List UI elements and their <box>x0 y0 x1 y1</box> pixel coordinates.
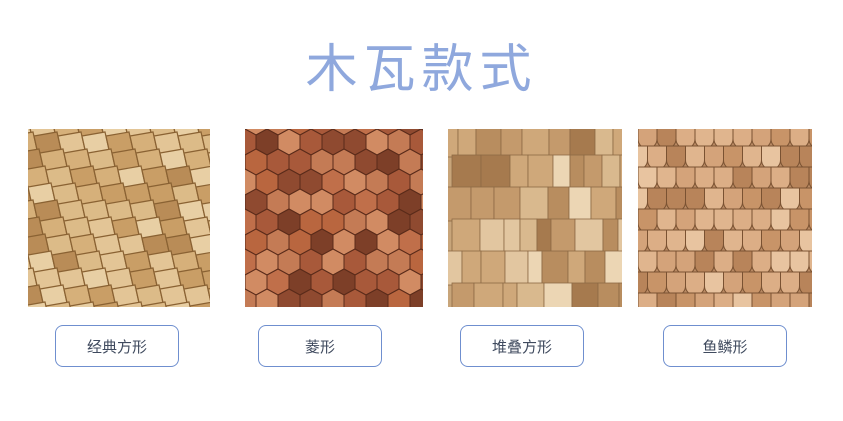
page-title: 木瓦款式 <box>305 40 538 100</box>
diamond-button[interactable]: 菱形 <box>258 325 382 367</box>
fish-scale-shingles-image <box>638 129 812 307</box>
classic-square-shingles-image <box>28 129 210 307</box>
stacked-square-shingles-image <box>448 129 622 307</box>
classic-square-button[interactable]: 经典方形 <box>55 325 179 367</box>
stacked-square-button[interactable]: 堆叠方形 <box>460 325 584 367</box>
fish-scale-button[interactable]: 鱼鳞形 <box>663 325 787 367</box>
diamond-shingles-image <box>245 129 427 307</box>
